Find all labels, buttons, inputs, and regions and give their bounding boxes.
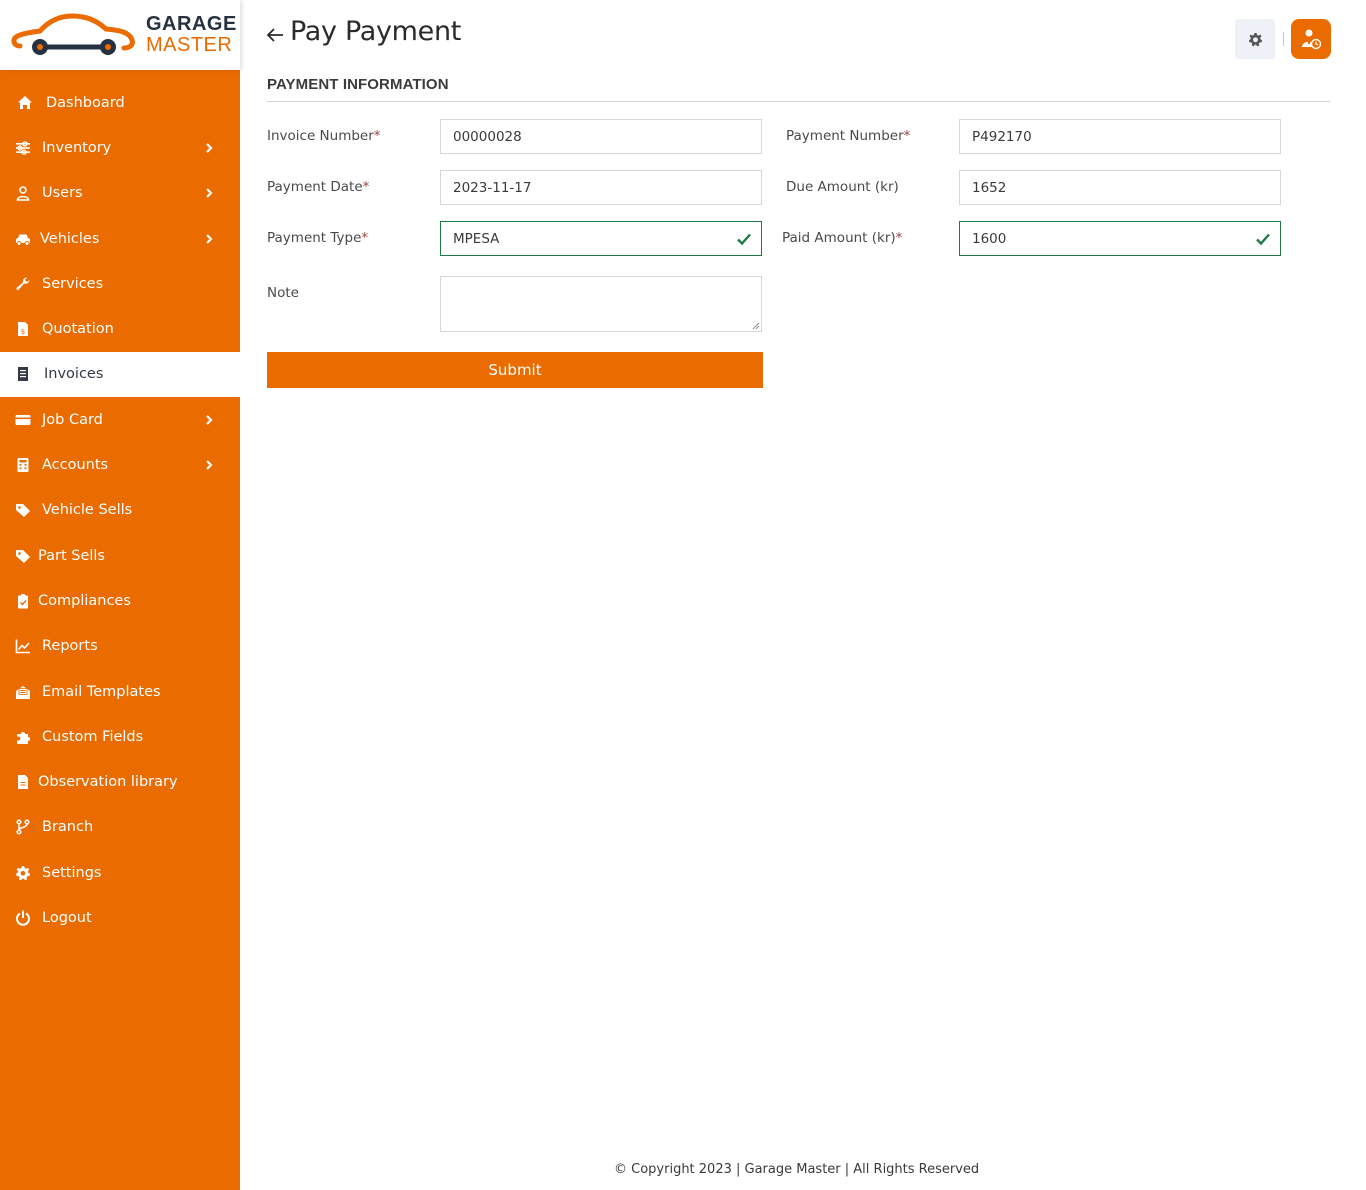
footer-copyright: © Copyright 2023 | Garage Master | All R… (614, 1162, 980, 1177)
sidebar-item-compliances[interactable]: Compliances (0, 578, 240, 623)
sidebar-item-custom-fields[interactable]: Custom Fields (0, 714, 240, 759)
gear-icon (1248, 32, 1262, 46)
arrow-left-icon[interactable] (264, 24, 286, 46)
payment-type-label: Payment Type* (267, 230, 369, 246)
note-label: Note (267, 285, 299, 301)
sidebar-item-vehicles[interactable]: Vehicles (0, 216, 240, 261)
payment-date-label: Payment Date* (267, 179, 370, 195)
sidebar-item-label: Email Templates (42, 683, 161, 700)
sidebar-item-label: Logout (42, 909, 92, 926)
tag-icon (14, 501, 32, 519)
sidebar-item-label: Accounts (42, 457, 109, 474)
check-icon (1256, 233, 1270, 245)
section-title: PAYMENT INFORMATION (267, 76, 1330, 102)
sidebar-item-users[interactable]: Users (0, 171, 240, 216)
clipboard-check-icon (14, 592, 32, 610)
sidebar-item-dashboard[interactable]: Dashboard (0, 80, 240, 125)
payment-number-label: Payment Number* (786, 128, 911, 144)
chevron-right-icon (204, 142, 214, 154)
paid-amount-label: Paid Amount (kr)* (782, 230, 903, 246)
sidebar-item-label: Inventory (42, 139, 112, 156)
home-icon (16, 94, 34, 112)
sidebar-item-quotation[interactable]: $ Quotation (0, 306, 240, 351)
sidebar-item-label: Compliances (38, 592, 131, 609)
sidebar-item-label: Reports (42, 638, 98, 655)
submit-button[interactable]: Submit (267, 352, 763, 388)
sidebar-item-label: Vehicles (40, 230, 100, 247)
car-wrench-logo-icon (11, 13, 135, 55)
header-divider (1283, 32, 1284, 46)
header-actions (1235, 19, 1331, 59)
car-icon (14, 230, 32, 248)
sidebar-item-label: Branch (42, 819, 94, 836)
sidebar-item-branch[interactable]: Branch (0, 805, 240, 850)
puzzle-icon (14, 728, 32, 746)
sidebar-item-part-sells[interactable]: Part Sells (0, 533, 240, 578)
sliders-icon (14, 139, 32, 157)
user-clock-icon (1302, 29, 1322, 50)
sidebar-item-label: Services (42, 275, 104, 292)
brand-line1: GARAGE (146, 13, 237, 35)
chevron-right-icon (204, 459, 214, 471)
profile-button[interactable] (1291, 19, 1331, 59)
sidebar-item-accounts[interactable]: Accounts (0, 442, 240, 487)
sidebar-item-invoices[interactable]: Invoices (0, 351, 240, 398)
resize-handle-icon[interactable] (751, 321, 760, 330)
sidebar-item-label: Observation library (38, 774, 178, 791)
settings-button[interactable] (1235, 19, 1275, 59)
sidebar-nav: Dashboard Inventory Users Vehicles Servi… (0, 80, 240, 941)
gear-icon (14, 864, 32, 882)
wrench-icon (14, 275, 32, 293)
sidebar-item-label: Custom Fields (42, 728, 144, 745)
chevron-right-icon (204, 233, 214, 245)
sidebar-item-inventory[interactable]: Inventory (0, 125, 240, 170)
chevron-right-icon (204, 414, 214, 426)
sidebar-item-vehicle-sells[interactable]: Vehicle Sells (0, 488, 240, 533)
main-content: Pay Payment PAYMENT INFORMATION Invoice … (240, 0, 1366, 1190)
sidebar-item-label: Invoices (44, 366, 104, 383)
file-invoice-dollar-icon: $ (14, 320, 32, 338)
page-title: Pay Payment (290, 16, 462, 47)
sidebar-item-label: Users (42, 185, 83, 202)
sidebar-item-label: Dashboard (46, 94, 125, 111)
svg-text:$: $ (21, 328, 25, 336)
sidebar-item-logout[interactable]: Logout (0, 895, 240, 940)
check-icon (737, 233, 751, 245)
page-header: Pay Payment (264, 16, 461, 47)
sidebar-item-label: Vehicle Sells (42, 502, 133, 519)
sidebar: GARAGE MASTER Dashboard Inventory Users … (0, 0, 240, 1190)
credit-card-icon (14, 411, 32, 429)
envelope-open-icon (14, 683, 32, 701)
user-icon (14, 184, 32, 202)
sidebar-item-label: Quotation (42, 321, 114, 338)
note-textarea[interactable] (440, 276, 762, 332)
sidebar-item-label: Job Card (42, 411, 103, 428)
code-branch-icon (14, 818, 32, 836)
chevron-right-icon (204, 187, 214, 199)
file-lines-icon (14, 773, 32, 791)
brand-line2: MASTER (146, 34, 233, 56)
due-amount-field[interactable]: 1652 (959, 170, 1281, 205)
sidebar-item-job-card[interactable]: Job Card (0, 397, 240, 442)
sidebar-item-observation-library[interactable]: Observation library (0, 759, 240, 804)
sidebar-item-email-templates[interactable]: Email Templates (0, 669, 240, 714)
sidebar-item-services[interactable]: Services (0, 261, 240, 306)
paid-amount-field[interactable]: 1600 (959, 221, 1281, 256)
payment-type-select[interactable]: MPESA (440, 221, 762, 256)
sidebar-item-label: Part Sells (38, 547, 105, 564)
tag-icon (14, 547, 32, 565)
sidebar-item-settings[interactable]: Settings (0, 850, 240, 895)
line-chart-icon (14, 637, 32, 655)
brand-logo[interactable]: GARAGE MASTER (0, 0, 240, 70)
invoice-number-label: Invoice Number* (267, 128, 381, 144)
invoice-number-field[interactable]: 00000028 (440, 119, 762, 154)
payment-number-field[interactable]: P492170 (959, 119, 1281, 154)
payment-date-field[interactable]: 2023-11-17 (440, 170, 762, 205)
receipt-icon (14, 365, 32, 383)
power-icon (14, 909, 32, 927)
sidebar-item-reports[interactable]: Reports (0, 624, 240, 669)
sidebar-item-label: Settings (42, 864, 102, 881)
calculator-icon (14, 456, 32, 474)
due-amount-label: Due Amount (kr) (786, 179, 899, 195)
